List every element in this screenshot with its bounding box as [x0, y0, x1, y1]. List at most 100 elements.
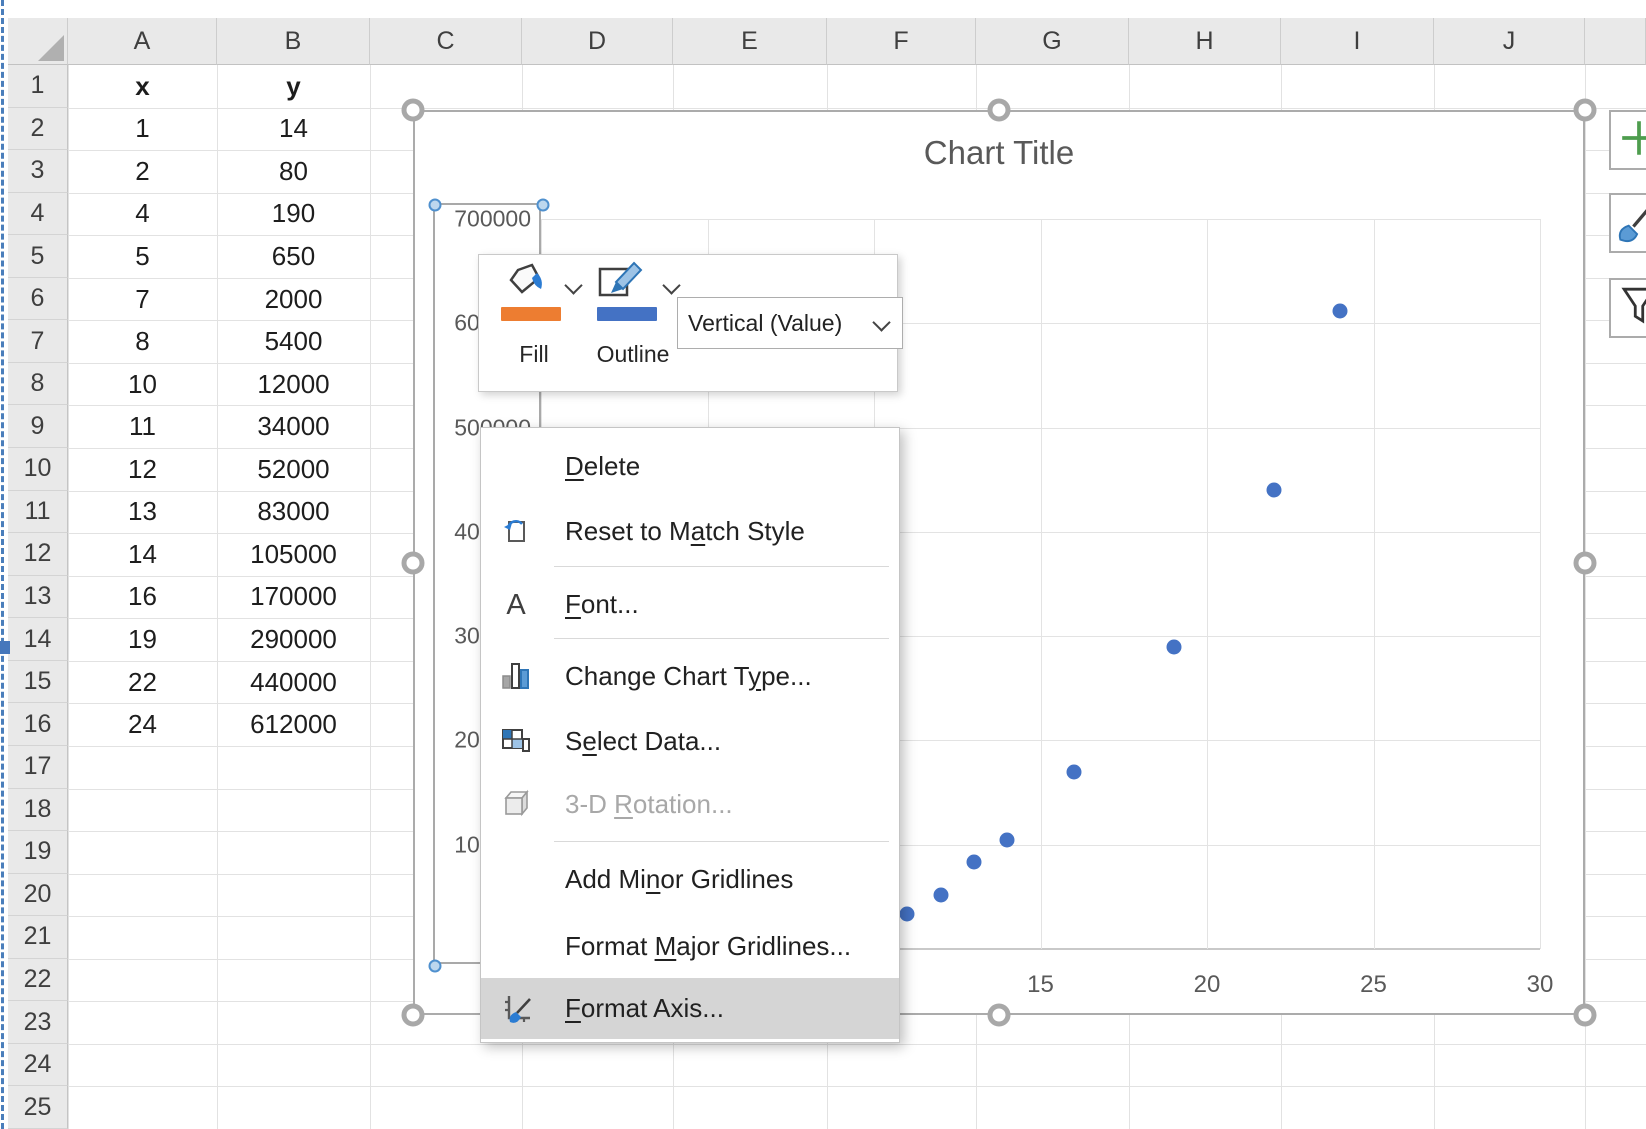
- cell-B16[interactable]: 612000: [217, 703, 370, 746]
- row-header-24[interactable]: 24: [8, 1044, 68, 1087]
- menu-item-reset-to-match-style[interactable]: Reset to Match Style: [481, 500, 899, 562]
- row-header-7[interactable]: 7: [8, 320, 68, 363]
- select-all-corner[interactable]: [8, 18, 68, 65]
- cell-B8[interactable]: 12000: [217, 363, 370, 406]
- chart-resize-handle[interactable]: [1574, 99, 1597, 122]
- column-header-H[interactable]: H: [1129, 18, 1281, 65]
- data-point[interactable]: [1333, 303, 1348, 318]
- outline-button[interactable]: Outline: [585, 341, 681, 368]
- row-header-15[interactable]: 15: [8, 661, 68, 704]
- cell-B11[interactable]: 83000: [217, 491, 370, 534]
- cell-A14[interactable]: 19: [68, 618, 217, 661]
- row-header-25[interactable]: 25: [8, 1086, 68, 1129]
- row-header-4[interactable]: 4: [8, 193, 68, 236]
- cell-A6[interactable]: 7: [68, 278, 217, 321]
- axis-selection-handle[interactable]: [537, 199, 550, 212]
- data-point[interactable]: [1266, 483, 1281, 498]
- cell-A7[interactable]: 8: [68, 320, 217, 363]
- row-header-21[interactable]: 21: [8, 916, 68, 959]
- cell-A3[interactable]: 2: [68, 150, 217, 193]
- row-header-11[interactable]: 11: [8, 491, 68, 534]
- column-header-B[interactable]: B: [217, 18, 370, 65]
- data-point[interactable]: [900, 906, 915, 921]
- cell-A16[interactable]: 24: [68, 703, 217, 746]
- cell-A1[interactable]: x: [68, 65, 217, 108]
- column-header-D[interactable]: D: [522, 18, 673, 65]
- cell-B13[interactable]: 170000: [217, 576, 370, 619]
- row-header-16[interactable]: 16: [8, 703, 68, 746]
- cell-A13[interactable]: 16: [68, 576, 217, 619]
- chart-elements-button[interactable]: [1609, 110, 1646, 170]
- cell-A2[interactable]: 1: [68, 108, 217, 151]
- menu-item-font[interactable]: AFont...: [481, 573, 899, 635]
- outline-color-swatch[interactable]: [597, 307, 657, 321]
- row-header-18[interactable]: 18: [8, 789, 68, 832]
- row-header-8[interactable]: 8: [8, 363, 68, 406]
- row-header-6[interactable]: 6: [8, 278, 68, 321]
- column-header-partial[interactable]: [1585, 18, 1646, 65]
- cell-B14[interactable]: 290000: [217, 618, 370, 661]
- chart-styles-button[interactable]: [1609, 193, 1646, 253]
- row-header-14[interactable]: 14: [8, 618, 68, 661]
- cell-B6[interactable]: 2000: [217, 278, 370, 321]
- chart-resize-handle[interactable]: [988, 99, 1011, 122]
- cell-B3[interactable]: 80: [217, 150, 370, 193]
- row-header-22[interactable]: 22: [8, 959, 68, 1002]
- data-point[interactable]: [966, 855, 981, 870]
- fill-color-swatch[interactable]: [501, 307, 561, 321]
- cell-A4[interactable]: 4: [68, 193, 217, 236]
- row-header-10[interactable]: 10: [8, 448, 68, 491]
- axis-selection-handle[interactable]: [429, 199, 442, 212]
- cell-A9[interactable]: 11: [68, 405, 217, 448]
- column-header-I[interactable]: I: [1281, 18, 1434, 65]
- chart-resize-handle[interactable]: [988, 1004, 1011, 1027]
- row-header-9[interactable]: 9: [8, 405, 68, 448]
- row-header-19[interactable]: 19: [8, 831, 68, 874]
- chart-resize-handle[interactable]: [402, 1004, 425, 1027]
- menu-item-format-major-gridlines[interactable]: Format Major Gridlines...: [481, 915, 899, 977]
- column-header-G[interactable]: G: [976, 18, 1129, 65]
- cell-B5[interactable]: 650: [217, 235, 370, 278]
- row-header-3[interactable]: 3: [8, 150, 68, 193]
- column-header-C[interactable]: C: [370, 18, 522, 65]
- column-header-F[interactable]: F: [827, 18, 976, 65]
- menu-item-format-axis[interactable]: Format Axis...: [481, 978, 899, 1039]
- fill-button[interactable]: Fill: [489, 341, 579, 368]
- chart-title[interactable]: Chart Title: [415, 134, 1583, 172]
- cell-B9[interactable]: 34000: [217, 405, 370, 448]
- cell-B7[interactable]: 5400: [217, 320, 370, 363]
- chart-resize-handle[interactable]: [1574, 1004, 1597, 1027]
- menu-item-change-chart-type[interactable]: Change Chart Type...: [481, 645, 899, 707]
- data-point[interactable]: [1066, 764, 1081, 779]
- cell-B4[interactable]: 190: [217, 193, 370, 236]
- chart-filters-button[interactable]: [1609, 278, 1646, 338]
- cell-B15[interactable]: 440000: [217, 661, 370, 704]
- cell-B2[interactable]: 14: [217, 108, 370, 151]
- cell-A12[interactable]: 14: [68, 533, 217, 576]
- cell-B1[interactable]: y: [217, 65, 370, 108]
- data-point[interactable]: [1166, 639, 1181, 654]
- fill-dropdown-chevron-icon[interactable]: [564, 276, 582, 294]
- data-point[interactable]: [933, 887, 948, 902]
- row-header-17[interactable]: 17: [8, 746, 68, 789]
- row-header-13[interactable]: 13: [8, 576, 68, 619]
- data-point[interactable]: [1000, 832, 1015, 847]
- row-header-1[interactable]: 1: [8, 65, 68, 108]
- chart-element-selector-dropdown[interactable]: Vertical (Value): [677, 297, 903, 349]
- menu-item-delete[interactable]: Delete: [481, 435, 899, 497]
- cell-A5[interactable]: 5: [68, 235, 217, 278]
- row-header-20[interactable]: 20: [8, 874, 68, 917]
- row-header-5[interactable]: 5: [8, 235, 68, 278]
- column-header-A[interactable]: A: [68, 18, 217, 65]
- row-header-23[interactable]: 23: [8, 1001, 68, 1044]
- row-header-12[interactable]: 12: [8, 533, 68, 576]
- cell-A8[interactable]: 10: [68, 363, 217, 406]
- outline-dropdown-chevron-icon[interactable]: [662, 276, 680, 294]
- menu-item-select-data[interactable]: Select Data...: [481, 710, 899, 772]
- outline-pencil-icon[interactable]: [597, 261, 647, 303]
- column-header-J[interactable]: J: [1434, 18, 1585, 65]
- cell-A10[interactable]: 12: [68, 448, 217, 491]
- chart-resize-handle[interactable]: [402, 99, 425, 122]
- cell-A15[interactable]: 22: [68, 661, 217, 704]
- menu-item-add-minor-gridlines[interactable]: Add Minor Gridlines: [481, 848, 899, 910]
